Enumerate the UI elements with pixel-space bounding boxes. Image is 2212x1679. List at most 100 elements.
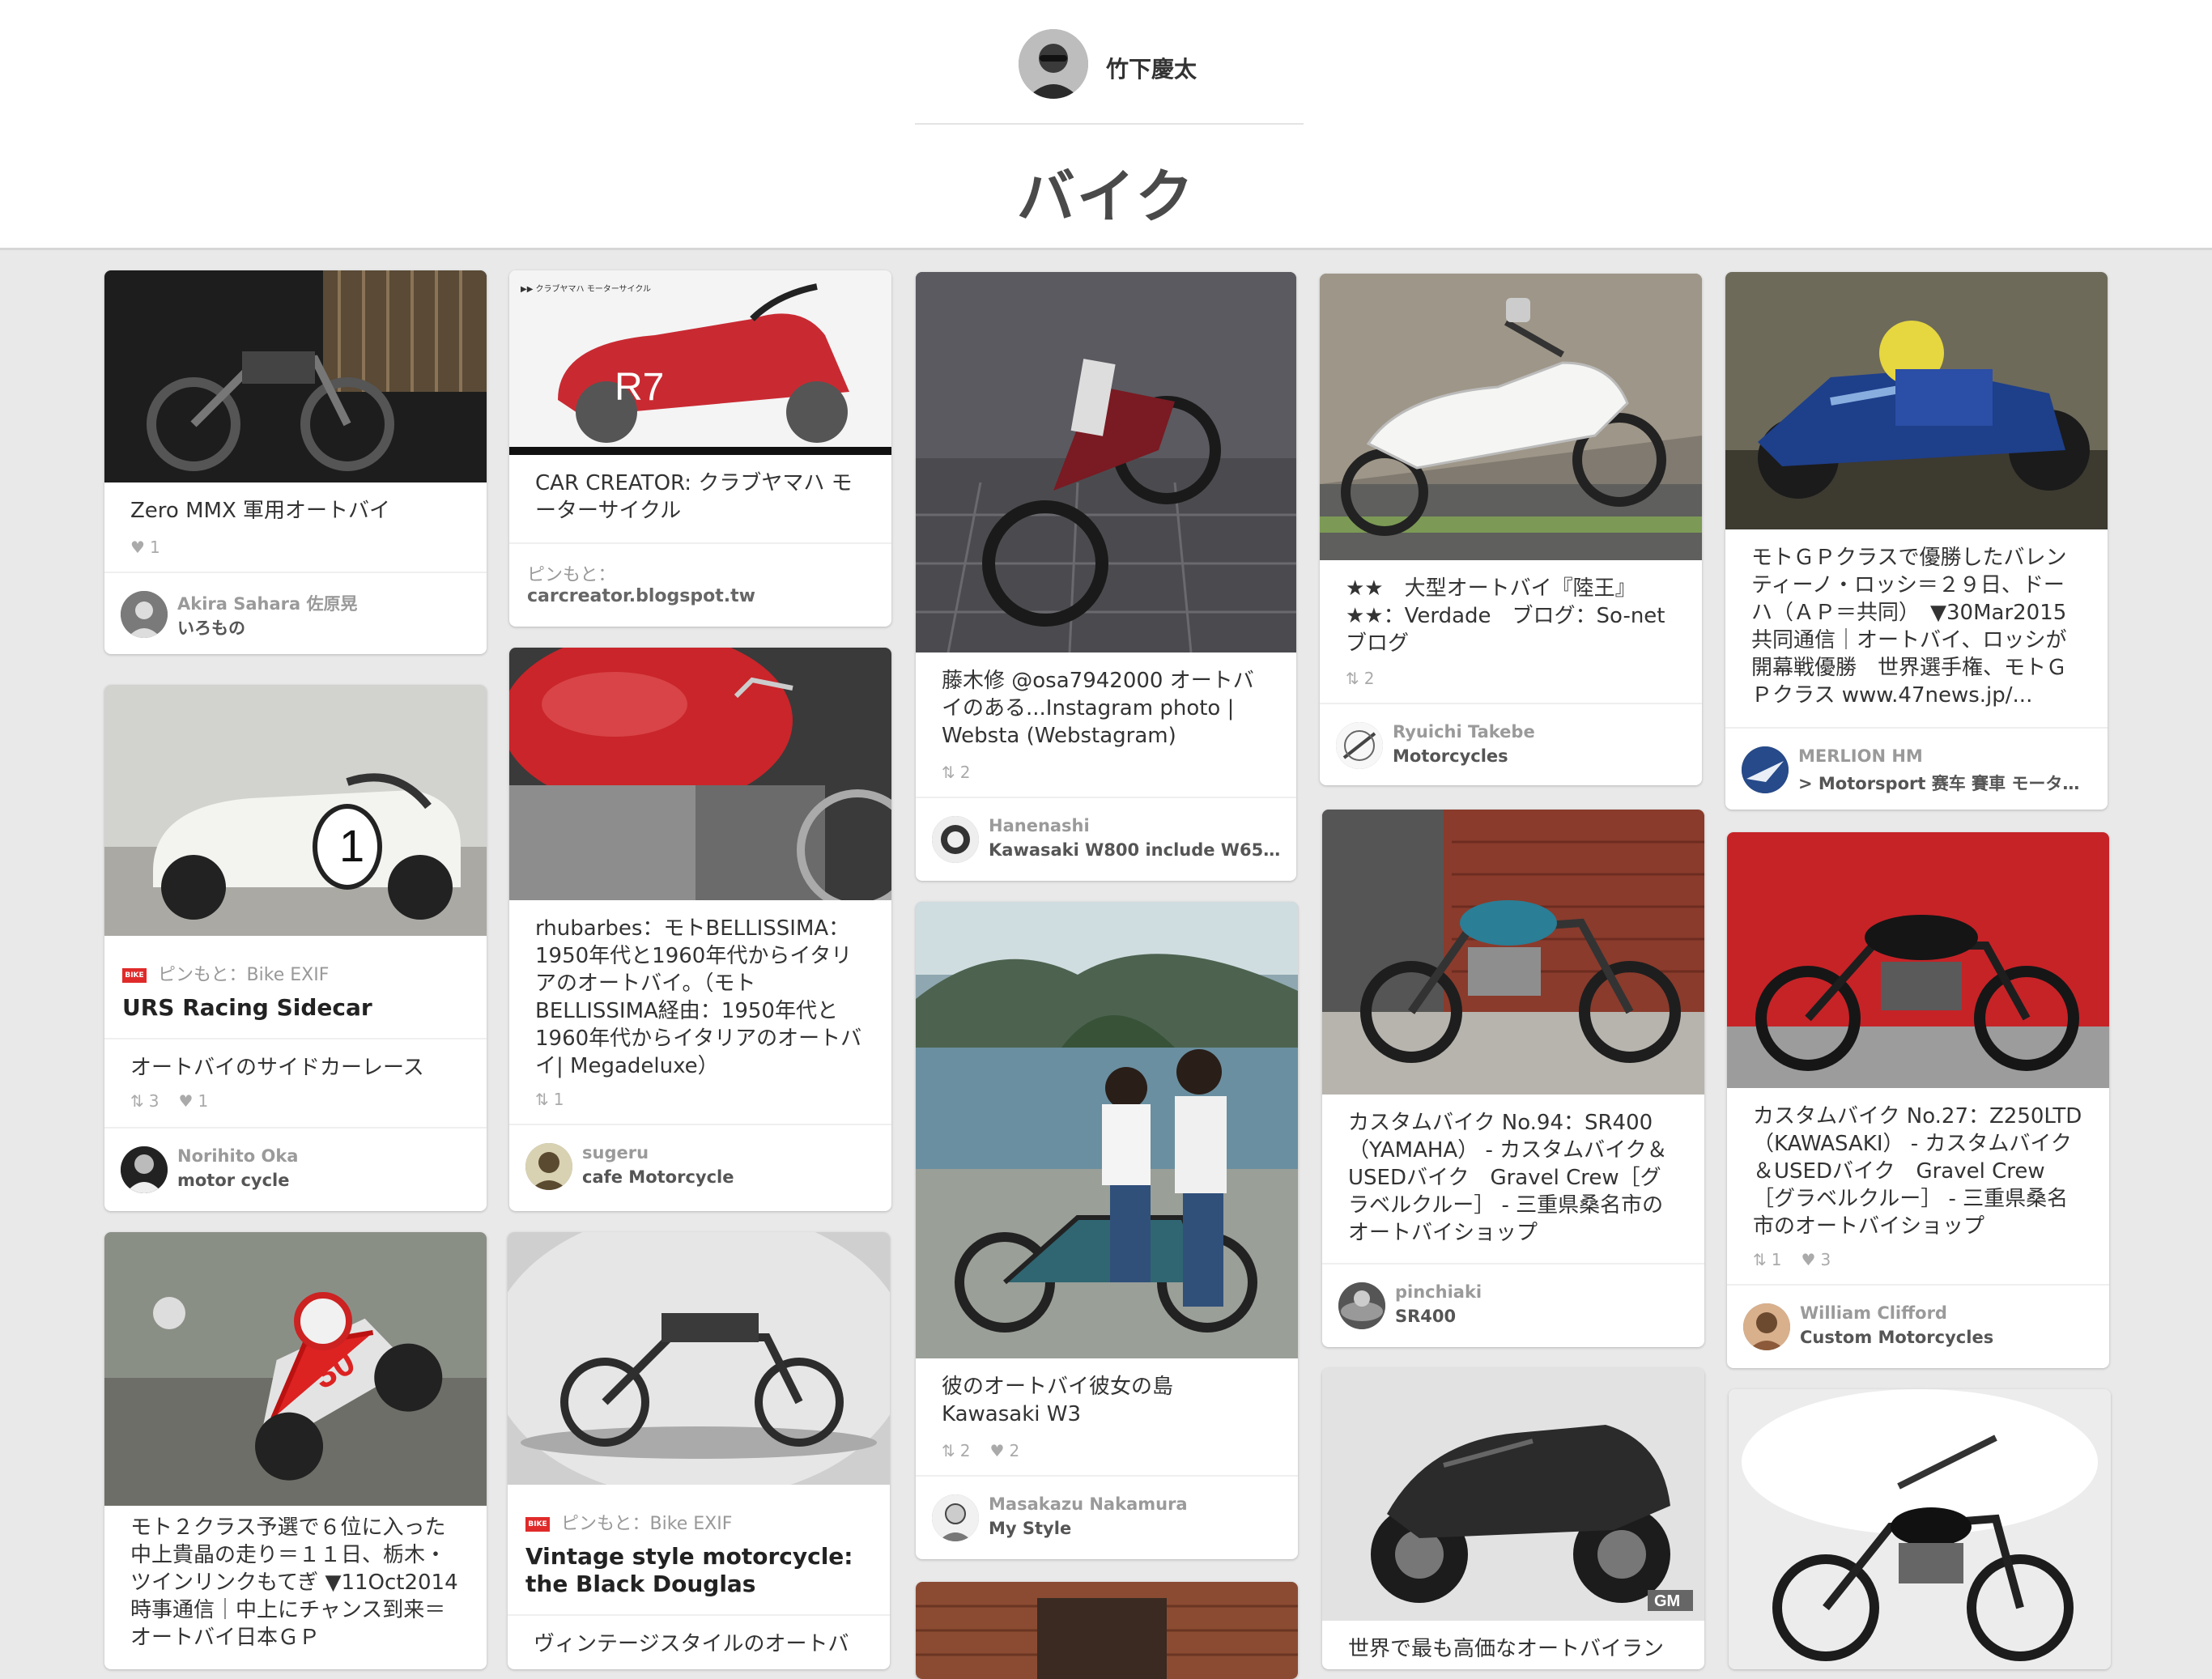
svg-text:1: 1 (339, 820, 364, 871)
source-label: ピンもと： (527, 565, 616, 585)
pinner-name[interactable]: Norihito Oka (177, 1146, 474, 1166)
pin-card[interactable]: カスタムバイク No.94：SR400（YAMAHA） - カスタムバイク＆US… (1322, 810, 1704, 1347)
pin-title[interactable]: Vintage style motorcycle: the Black Doug… (525, 1543, 872, 1598)
bike-exif-logo: BIKE (122, 968, 147, 983)
pinner-name[interactable]: Ryuichi Takebe (1393, 722, 1689, 742)
repin-count: ⇅ 2 (1346, 669, 1375, 688)
pin-icon: ⇅ (942, 1441, 955, 1460)
pinner-avatar[interactable] (932, 1494, 979, 1541)
pin-card[interactable]: 藤木修 @osa7942000 オートバイのある...Instagram pho… (916, 272, 1296, 881)
pin-card[interactable]: rhubarbes：モトBELLISSIMA：1950年代と1960年代からイタ… (509, 648, 891, 1211)
pin-stats: ♥ 1 (130, 538, 160, 557)
pin-image[interactable] (916, 1582, 1298, 1679)
board-title: バイク (1016, 163, 1196, 231)
pin-image[interactable] (508, 1232, 890, 1485)
pin-stats: ⇅ 2 (942, 763, 971, 782)
pin-card[interactable]: BIKE ピンもと：Bike EXIF Vintage style motorcy… (508, 1232, 890, 1669)
board-name[interactable]: Custom Motorcycles (1800, 1328, 2096, 1347)
pin-description: 世界で最も高価なオートバイラン (1348, 1637, 1665, 1661)
heart-icon: ♥ (130, 538, 145, 557)
divider (1322, 1263, 1704, 1265)
pin-image[interactable] (104, 270, 487, 482)
pin-stats: ⇅ 3 ♥ 1 (130, 1091, 208, 1111)
pin-image[interactable] (916, 272, 1296, 652)
pin-title-text[interactable]: CAR CREATOR: クラブヤマハ モーターサイクル (535, 470, 869, 525)
pin-card[interactable]: ▶▶ クラブヤマハ モーターサイクル R7 CAR CREATOR: クラブヤマ… (509, 270, 891, 627)
board-name[interactable]: > Motorsport 赛车 賽車 モータース... (1798, 771, 2095, 795)
repin-count: ⇅ 2 (942, 1441, 971, 1460)
board-name[interactable]: cafe Motorcycle (582, 1167, 878, 1187)
pinner-avatar[interactable] (1338, 1282, 1385, 1329)
pin-card[interactable] (916, 1582, 1298, 1679)
pin-stats: ⇅ 1 (535, 1090, 564, 1109)
pin-image[interactable] (509, 648, 891, 900)
repin-count: ⇅ 1 (535, 1090, 564, 1109)
pinner-avatar[interactable] (121, 1146, 168, 1193)
pin-source[interactable]: BIKE ピンもと：Bike EXIF (122, 960, 329, 986)
pin-image[interactable]: ▶▶ クラブヤマハ モーターサイクル R7 (509, 270, 891, 455)
pin-image[interactable] (1322, 810, 1704, 1095)
pin-icon: ⇅ (130, 1091, 144, 1111)
pin-description: rhubarbes：モトBELLISSIMA：1950年代と1960年代からイタ… (535, 916, 862, 1078)
like-count: ♥ 2 (989, 1441, 1020, 1460)
pinner-avatar[interactable] (1742, 746, 1789, 793)
pin-title[interactable]: URS Racing Sidecar (122, 994, 469, 1022)
divider (509, 542, 891, 544)
pin-description: 藤木修 @osa7942000 オートバイのある...Instagram pho… (942, 669, 1254, 748)
pin-card[interactable]: カスタムバイク No.27：Z250LTD（KAWASAKI） - カスタムバイ… (1727, 832, 2109, 1368)
board-name[interactable]: SR400 (1395, 1307, 1691, 1326)
pin-image[interactable] (1320, 274, 1702, 560)
board-name[interactable]: motor cycle (177, 1171, 474, 1190)
bike-exif-logo: BIKE (525, 1517, 550, 1532)
pinner-avatar[interactable] (1336, 722, 1383, 769)
pin-description: カスタムバイク No.27：Z250LTD（KAWASAKI） - カスタムバイ… (1753, 1104, 2082, 1239)
pin-image[interactable]: GM (1322, 1368, 1704, 1621)
pinner-avatar[interactable] (1743, 1303, 1790, 1350)
pin-card[interactable]: 1 BIKE ピンもと：Bike EXIF URS Racing Sidecar … (104, 685, 487, 1211)
pinner-avatar[interactable] (932, 816, 979, 863)
pin-image[interactable] (1727, 832, 2109, 1088)
pinner-name[interactable]: Hanenashi (989, 816, 1283, 835)
pin-image[interactable] (916, 902, 1298, 1358)
pin-description: ★★ 大型オートバイ『陸王』★★：Verdade ブログ：So-net ブログ (1346, 576, 1665, 656)
pinner-name[interactable]: Akira Sahara 佐原晃 (177, 591, 474, 615)
pin-image[interactable]: 30 (104, 1232, 487, 1506)
heart-icon: ♥ (989, 1441, 1005, 1460)
pinner-avatar[interactable] (525, 1143, 572, 1190)
pinner-name[interactable]: pinchiaki (1395, 1282, 1691, 1302)
source-domain[interactable]: carcreator.blogspot.tw (527, 586, 755, 606)
pin-description: 彼のオートバイ彼女の島 Kawasaki W3 (942, 1375, 1174, 1426)
like-count: ♥ 1 (130, 538, 160, 557)
pinner-avatar[interactable] (121, 591, 168, 638)
repin-count: ⇅ 2 (942, 763, 971, 782)
heart-icon: ♥ (1801, 1250, 1816, 1269)
owner-name[interactable]: 竹下慶太 (1106, 52, 1197, 84)
pin-card[interactable]: 30 モト２クラス予選で６位に入った中上貴晶の走り＝１１日、栃木・ツインリンクも… (104, 1232, 487, 1669)
pin-icon: ⇅ (1753, 1250, 1767, 1269)
pin-image[interactable]: 1 (104, 685, 487, 936)
pinner-name[interactable]: sugeru (582, 1143, 878, 1163)
pin-card[interactable]: 彼のオートバイ彼女の島 Kawasaki W3 ⇅ 2 ♥ 2 Masakazu N… (916, 902, 1298, 1559)
board-name[interactable]: Motorcycles (1393, 746, 1689, 766)
pin-card[interactable] (1729, 1389, 2111, 1669)
heart-icon: ♥ (178, 1091, 194, 1111)
board-name[interactable]: いろもの (177, 615, 474, 640)
owner-avatar[interactable] (1019, 29, 1088, 99)
pin-card[interactable]: モトＧＰクラスで優勝したバレンティーノ・ロッシ＝２９日、ドーハ（ＡＰ＝共同） ▼… (1725, 272, 2108, 810)
board-name[interactable]: Kawasaki W800 include W650 a... (989, 840, 1283, 860)
pin-source[interactable]: BIKE ピンもと：Bike EXIF (525, 1509, 732, 1535)
pin-card[interactable]: Zero MMX 軍用オートバイ ♥ 1 Akira Sahara 佐原晃 いろも… (104, 270, 487, 654)
like-count: ♥ 3 (1801, 1250, 1831, 1269)
pin-card[interactable]: GM 世界で最も高価なオートバイラン (1322, 1368, 1704, 1669)
repin-count: ⇅ 1 (1753, 1250, 1782, 1269)
pinner-name[interactable]: William Clifford (1800, 1303, 2096, 1323)
divider (1727, 1284, 2109, 1286)
pin-card[interactable]: ★★ 大型オートバイ『陸王』★★：Verdade ブログ：So-net ブログ … (1320, 274, 1702, 785)
pin-image[interactable] (1729, 1389, 2111, 1669)
pinner-name[interactable]: MERLION HM (1798, 746, 2095, 766)
pin-image[interactable] (1725, 272, 2108, 529)
divider (916, 797, 1296, 798)
pinner-name[interactable]: Masakazu Nakamura (989, 1494, 1285, 1514)
board-header: 竹下慶太 バイク (0, 0, 2212, 250)
board-name[interactable]: My Style (989, 1519, 1285, 1538)
